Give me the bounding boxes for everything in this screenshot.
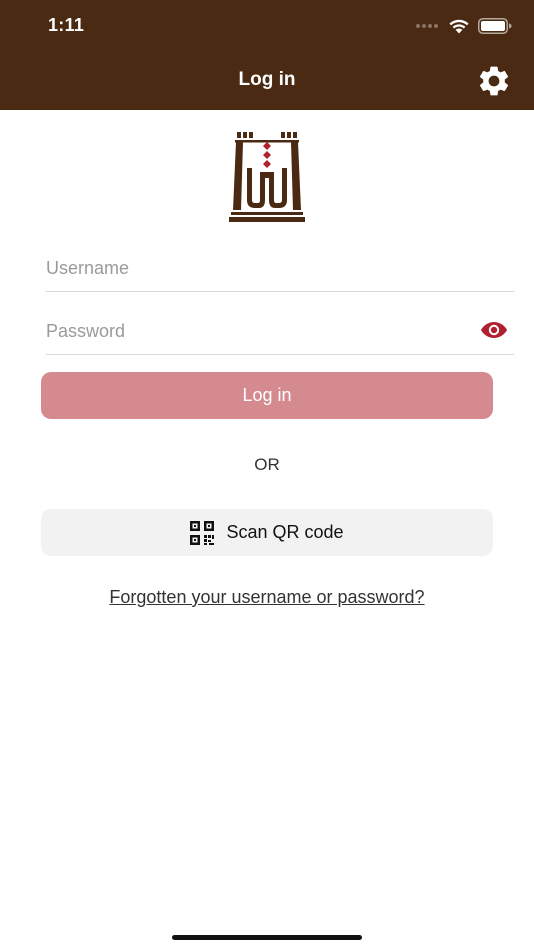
page-title: Log in: [238, 69, 296, 90]
username-field[interactable]: [46, 245, 514, 292]
scan-qr-label: Scan QR code: [226, 522, 344, 542]
login-button[interactable]: Log in: [41, 372, 493, 419]
username-input[interactable]: [46, 245, 446, 291]
eye-icon: [481, 322, 507, 338]
battery-icon: [478, 18, 512, 34]
home-indicator: [172, 935, 362, 940]
qr-code-icon: [190, 520, 215, 545]
gear-icon: [479, 66, 509, 96]
brand-logo: [229, 132, 305, 222]
password-visibility-toggle[interactable]: [480, 320, 508, 340]
settings-button[interactable]: [476, 63, 512, 99]
password-input[interactable]: [46, 308, 446, 354]
status-time: 1:11: [48, 15, 85, 35]
wifi-icon: [449, 19, 469, 34]
password-field[interactable]: [46, 308, 514, 355]
or-separator: OR: [254, 455, 280, 474]
scan-qr-button[interactable]: Scan QR code: [41, 509, 493, 556]
app-header: 1:11 Log in: [0, 0, 534, 110]
signal-dots-icon: [416, 24, 438, 28]
forgot-credentials-link[interactable]: Forgotten your username or password?: [0, 587, 534, 608]
status-indicators: [416, 17, 512, 35]
